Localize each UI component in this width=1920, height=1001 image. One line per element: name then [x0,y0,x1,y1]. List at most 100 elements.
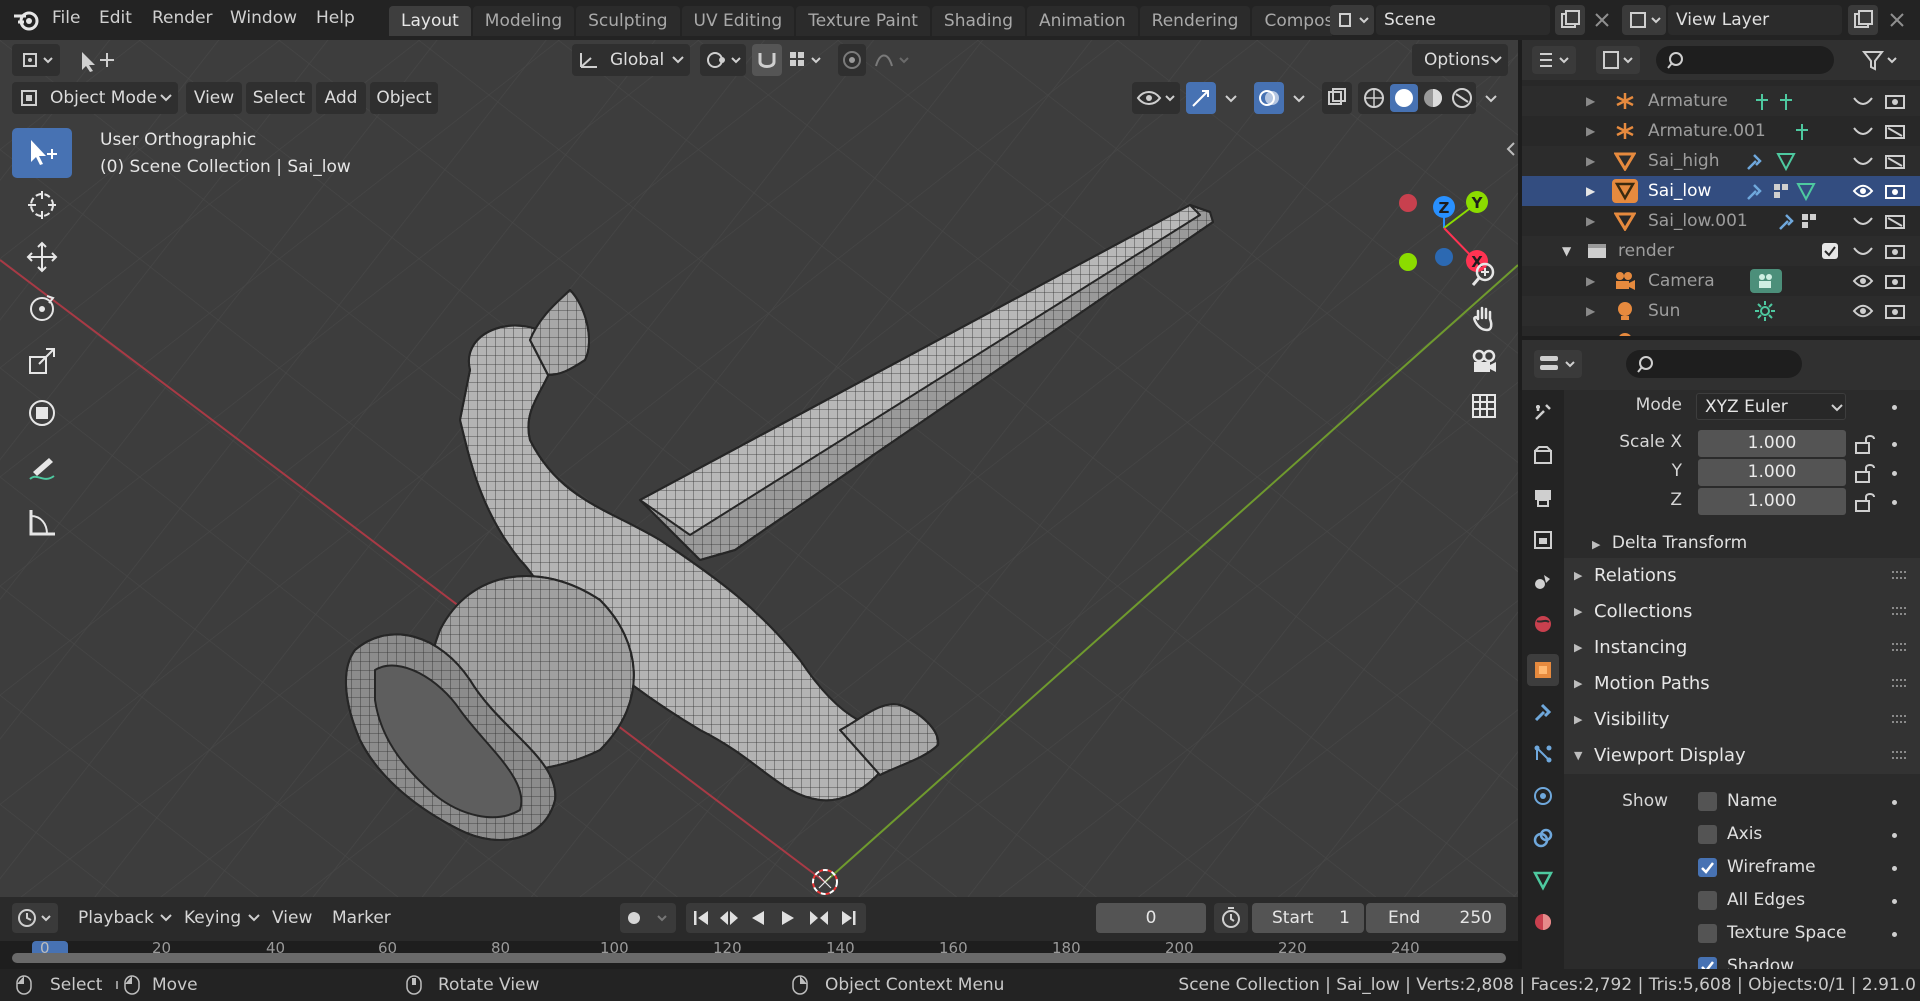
panel-visibility[interactable]: ▶ Visibility [1564,702,1920,738]
tab-layout[interactable]: Layout [389,6,471,36]
panel-instancing[interactable]: ▶ Instancing [1564,630,1920,666]
transform-orientation-dropdown[interactable]: Global [572,44,690,76]
new-scene-icon[interactable] [1555,5,1585,35]
eye-visible-icon[interactable] [1852,182,1874,200]
rotation-mode-dropdown[interactable]: XYZ Euler [1696,393,1846,420]
outliner-row-sai-low[interactable]: ▶ Sai_low [1522,176,1920,206]
eye-hidden-icon[interactable] [1852,154,1874,168]
panel-collections[interactable]: ▶ Collections [1564,594,1920,630]
scale-y-field[interactable]: 1.000 [1698,459,1846,486]
gizmo-dropdown[interactable] [1218,82,1246,114]
gizmo-toggle-icon[interactable] [1186,82,1216,114]
panel-relations[interactable]: ▶ Relations [1564,558,1920,594]
editor-type-icon[interactable] [12,44,60,76]
outliner-row-sai-high[interactable]: ▶ Sai_high [1522,146,1920,176]
expand-arrow-icon[interactable]: ▶ [1586,86,1595,116]
collapse-arrow-icon[interactable] [1506,142,1516,156]
overlays-toggle-icon[interactable] [1254,82,1284,114]
scene-name-field[interactable]: Scene [1376,5,1550,35]
snap-toggle-icon[interactable] [752,44,782,76]
object-properties-tab-icon[interactable] [1527,654,1559,686]
keying-menu[interactable]: Keying [178,903,264,933]
render-disabled-icon[interactable] [1884,212,1906,230]
ortho-grid-icon[interactable] [1464,386,1504,426]
unlock-icon[interactable] [1854,463,1876,483]
keyframe-dot-icon[interactable] [1892,500,1897,505]
select-box-tool-icon[interactable] [12,128,72,178]
physics-properties-tab-icon[interactable] [1527,780,1559,812]
start-frame-field[interactable]: Start 1 [1252,903,1364,933]
render-disabled-icon[interactable] [1884,152,1906,170]
frame-ruler[interactable]: 0 20 40 60 80 100 120 140 160 180 200 22… [0,939,1518,969]
use-preview-range-icon[interactable] [1214,903,1248,933]
menu-window[interactable]: Window [230,8,297,28]
keyframe-dot-icon[interactable] [1892,471,1897,476]
expand-arrow-icon[interactable]: ▶ [1586,146,1595,176]
3d-viewport[interactable]: Global Options Object Mode View Select A… [0,40,1518,897]
keyframe-dot-icon[interactable] [1892,442,1897,447]
render-disabled-icon[interactable] [1884,92,1906,110]
delta-transform-subpanel[interactable]: ▶ Delta Transform [1592,528,1892,558]
select-box-icon[interactable] [70,44,120,76]
menu-object[interactable]: Object [370,82,438,114]
render-properties-tab-icon[interactable] [1527,440,1559,472]
auto-keying-toggle[interactable] [620,903,676,933]
outliner-row-camera[interactable]: ▶ Camera [1522,266,1920,296]
camera-view-icon[interactable] [1464,342,1504,382]
menu-render[interactable]: Render [152,8,213,28]
render-enabled-icon[interactable] [1884,302,1906,320]
scale-z-field[interactable]: 1.000 [1698,488,1846,515]
eye-hidden-icon[interactable] [1852,94,1874,108]
tab-rendering[interactable]: Rendering [1139,6,1251,36]
blender-logo-icon[interactable] [12,8,42,32]
delete-view-layer-icon[interactable] [1882,5,1912,35]
keyframe-dot-icon[interactable] [1892,405,1897,410]
show-shadow-checkbox[interactable] [1698,957,1717,969]
timeline-scrollbar[interactable] [12,953,1506,963]
shading-dropdown[interactable] [1478,82,1506,114]
outliner-row-sun[interactable]: ▶ Sun [1522,296,1920,326]
proportional-falloff-dropdown[interactable] [870,44,916,76]
transform-tool-icon[interactable] [12,388,72,438]
data-properties-tab-icon[interactable] [1527,864,1559,896]
scale-tool-icon[interactable] [12,336,72,386]
keyframe-dot-icon[interactable] [1892,932,1897,937]
keyframe-dot-icon[interactable] [1892,800,1897,805]
panel-viewport-display[interactable]: ▼ Viewport Display [1564,738,1920,774]
show-axis-checkbox[interactable] [1698,825,1717,844]
timeline-editor-type-icon[interactable] [12,903,58,933]
show-name-checkbox[interactable] [1698,792,1717,811]
menu-edit[interactable]: Edit [99,8,132,28]
modifier-properties-tab-icon[interactable] [1527,696,1559,728]
output-properties-tab-icon[interactable] [1527,482,1559,514]
tab-compositing[interactable]: Compos [1252,6,1333,36]
annotate-tool-icon[interactable] [12,446,72,496]
view-layer-name-field[interactable]: View Layer [1668,5,1842,35]
visibility-dropdown[interactable] [1132,82,1180,114]
expand-arrow-icon[interactable]: ▶ [1586,206,1595,236]
tab-modeling[interactable]: Modeling [472,6,575,36]
menu-view[interactable]: View [186,82,242,114]
render-disabled-icon[interactable] [1884,122,1906,140]
material-properties-tab-icon[interactable] [1527,906,1559,938]
new-view-layer-icon[interactable] [1848,5,1878,35]
expand-arrow-icon[interactable]: ▶ [1586,266,1595,296]
outliner-row-render-collection[interactable]: ▼ render [1522,236,1920,266]
keyframe-dot-icon[interactable] [1892,866,1897,871]
options-dropdown[interactable]: Options [1412,44,1508,76]
overlays-dropdown[interactable] [1286,82,1314,114]
show-texture-space-checkbox[interactable] [1698,924,1717,943]
show-wireframe-checkbox[interactable] [1698,858,1717,877]
drag-grip-icon[interactable] [1892,751,1906,759]
tab-sculpting[interactable]: Sculpting [576,6,680,36]
delete-scene-icon[interactable] [1587,5,1617,35]
tab-animation[interactable]: Animation [1026,6,1138,36]
render-enabled-icon[interactable] [1884,242,1906,260]
cursor-tool-icon[interactable] [12,180,72,230]
eye-hidden-icon[interactable] [1852,124,1874,138]
scene-properties-tab-icon[interactable] [1527,566,1559,598]
move-tool-icon[interactable] [12,232,72,282]
camera-data-icon[interactable] [1750,269,1782,293]
keyframe-dot-icon[interactable] [1892,833,1897,838]
render-enabled-icon[interactable] [1884,182,1906,200]
